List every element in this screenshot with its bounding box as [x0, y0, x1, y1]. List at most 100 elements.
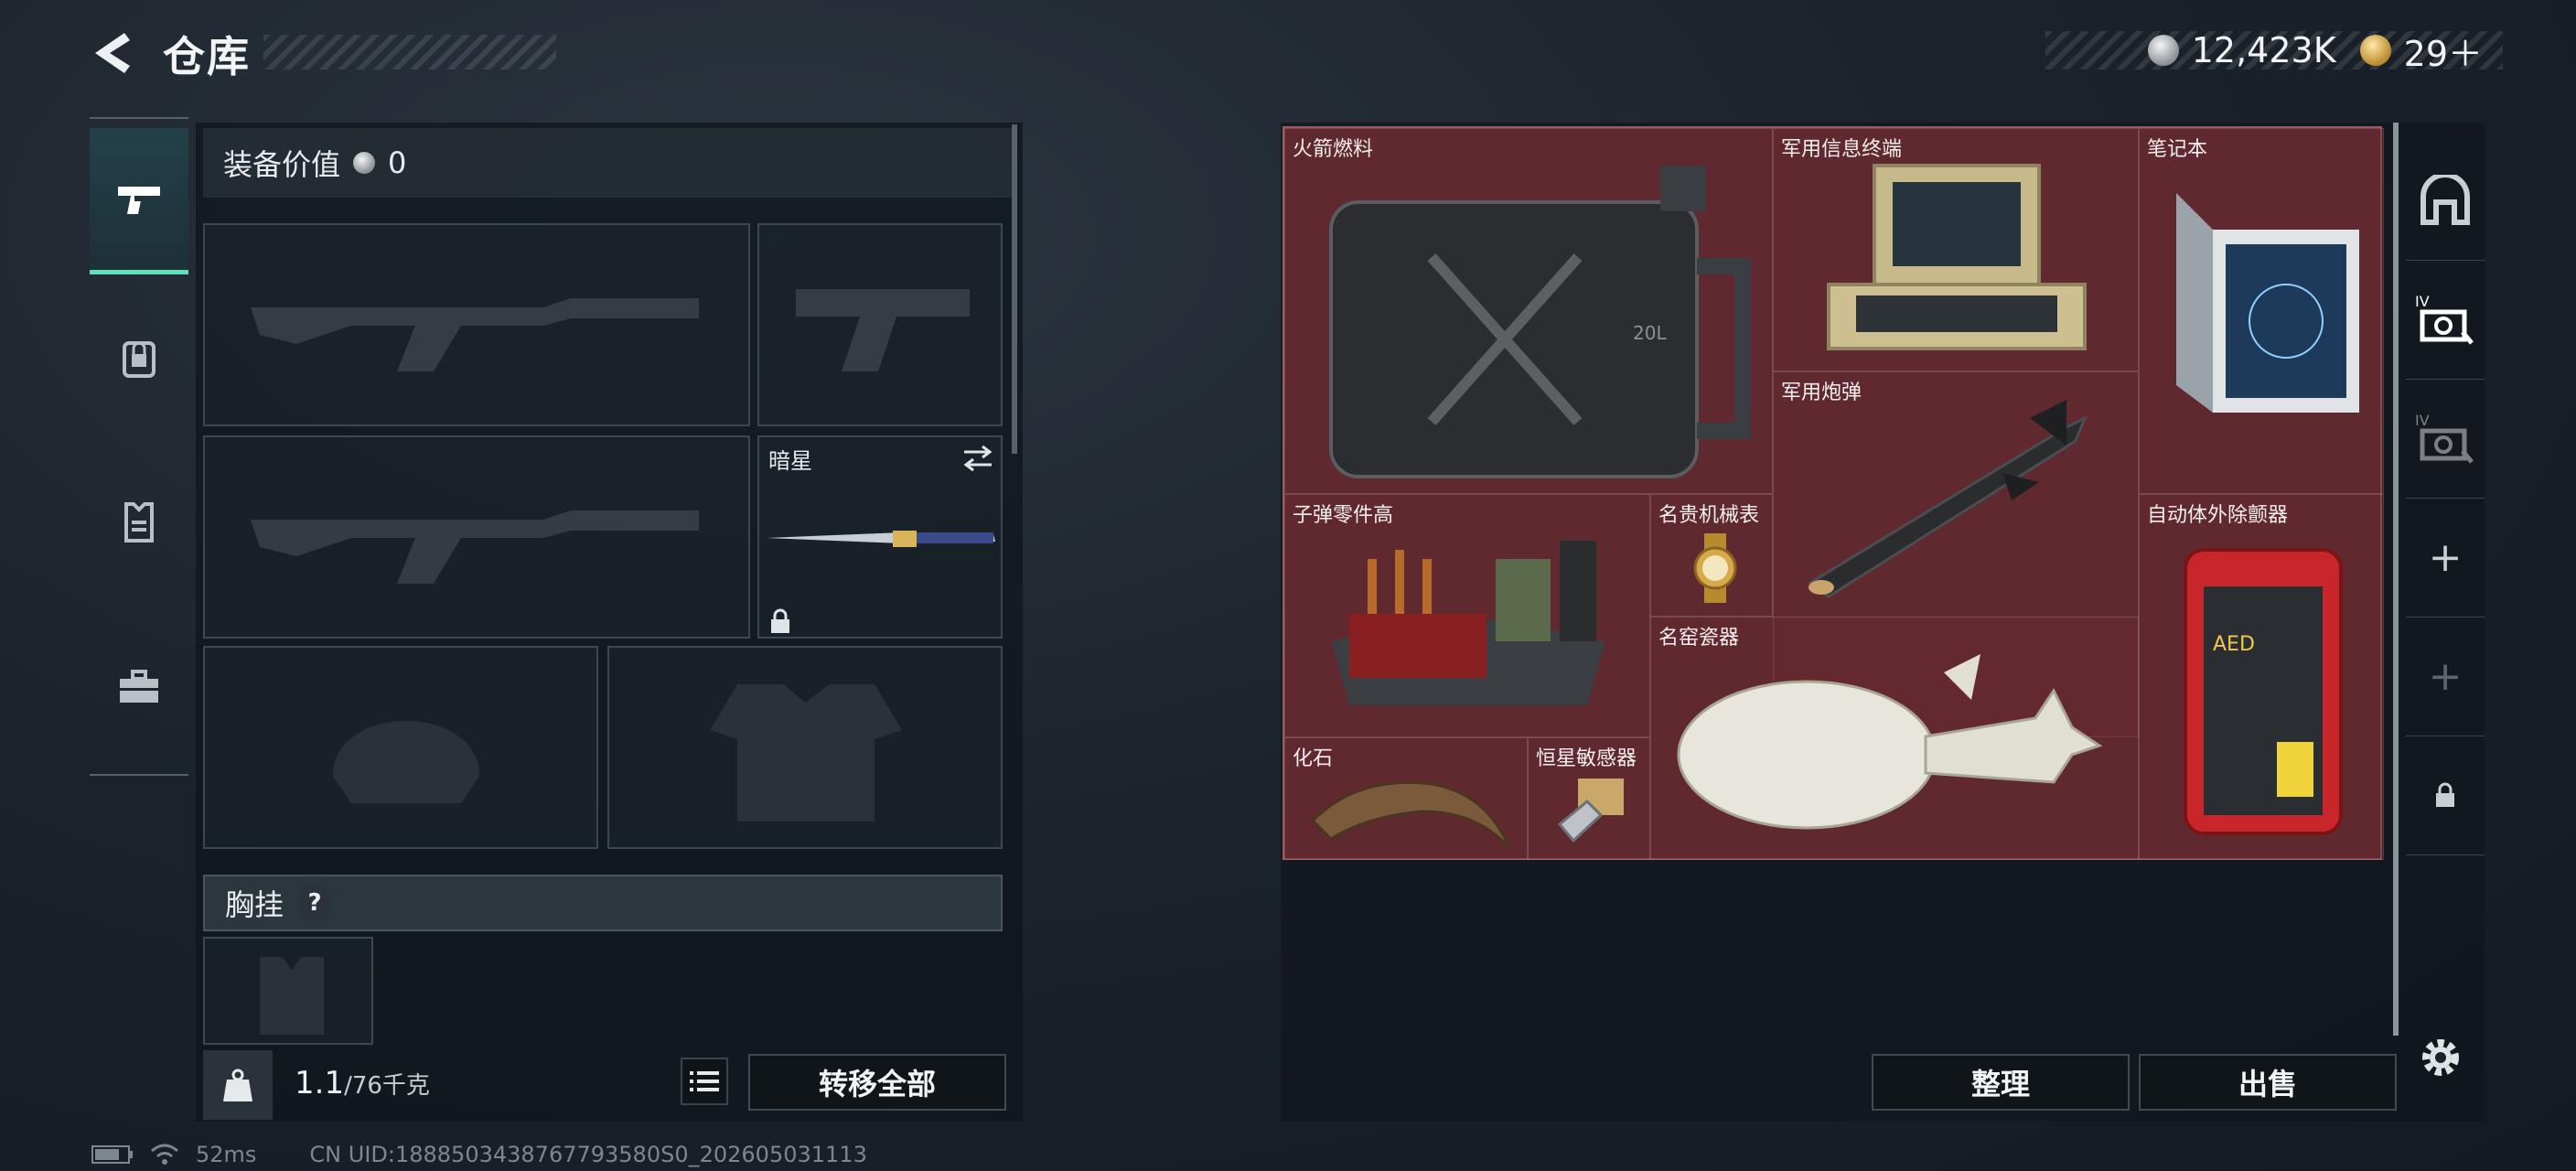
currency-bar: 12,423K 29＋: [2045, 30, 2503, 74]
stash-item-aed[interactable]: 自动体外除颤器 AED: [2139, 494, 2384, 860]
chest-rig-slot[interactable]: [203, 937, 373, 1045]
lock-icon: [2436, 782, 2454, 807]
stash-tab-nav: IV IV + +: [2406, 123, 2485, 909]
svg-text:AED: AED: [2213, 633, 2255, 656]
svg-text:IV: IV: [2415, 412, 2430, 429]
stash-item-star-sensor[interactable]: 恒星敏感器: [1528, 737, 1650, 860]
backpack-lock-icon: [123, 341, 156, 378]
pistol-slot[interactable]: [757, 223, 1003, 426]
silver-coin-value: 12,423K: [2191, 30, 2336, 70]
pistol-icon: [118, 186, 160, 214]
stash-item-famous-porcelain[interactable]: 名窑瓷器: [1650, 617, 2139, 860]
watch-icon: [1693, 533, 1737, 603]
list-view-button[interactable]: [681, 1058, 728, 1105]
equipment-value-bar: 装备价值 0: [203, 128, 1015, 198]
stash-iv-icon: IV: [2415, 293, 2474, 345]
nav-tab-toolbox[interactable]: [90, 613, 188, 759]
jerrycan-icon: 20L: [1329, 166, 1751, 478]
swap-icon[interactable]: [961, 443, 995, 474]
toolbox-icon: [120, 670, 158, 703]
pistol-silhouette-icon: [796, 289, 970, 371]
stash-item-fossil[interactable]: 化石: [1284, 737, 1528, 860]
ping-value: 52ms: [196, 1142, 257, 1167]
chest-rig-header: 胸挂 ?: [203, 875, 1003, 931]
primary-weapon-slot-2[interactable]: [203, 435, 750, 639]
uid-text: CN UID:1888503438767793580S0_20260503111…: [309, 1142, 867, 1167]
item-label: 笔记本: [2147, 138, 2208, 161]
equipment-value-label: 装备价值: [223, 147, 341, 182]
battery-icon: [91, 1145, 133, 1164]
vest-icon: [124, 502, 154, 543]
claw-fossil-icon: [1310, 780, 1511, 849]
nav-tab-backpack[interactable]: [90, 284, 188, 430]
silver-coin-icon: [2147, 35, 2179, 66]
helmet-silhouette-icon: [333, 721, 479, 803]
lock-icon: [771, 608, 789, 633]
weight-icon: [223, 1069, 252, 1101]
melee-slot-label: 暗星: [768, 448, 812, 474]
equipment-scrollbar[interactable]: [1012, 124, 1017, 454]
primary-weapon-slot-1[interactable]: [203, 223, 750, 426]
stash-item-luxury-watch[interactable]: 名贵机械表: [1650, 494, 1773, 617]
svg-text:IV: IV: [2415, 293, 2430, 310]
wifi-icon: [151, 1144, 178, 1165]
back-arrow-icon[interactable]: [88, 29, 139, 77]
list-icon: [690, 1071, 719, 1091]
title-decoration: [263, 35, 556, 70]
sensor-icon: [1557, 779, 1624, 843]
sort-button[interactable]: 整理: [1872, 1054, 2130, 1111]
missile-icon: [1808, 400, 2088, 598]
terminal-case-icon: [1827, 164, 2087, 350]
stash-grid: 火箭燃料 20L 军用信息终端 笔记本 军用炮弹 子弹零件高 名贵机械表 自动体…: [1283, 126, 2384, 860]
stash-tab-iv-2[interactable]: IV: [2406, 379, 2485, 499]
transfer-all-button[interactable]: 转移全部: [748, 1054, 1006, 1111]
item-label: 自动体外除颤器: [2147, 504, 2289, 527]
rifle-silhouette-icon: [251, 510, 699, 584]
armor-slot[interactable]: [607, 646, 1003, 849]
rifle-silhouette-icon: [251, 298, 699, 371]
stash-tab-add-2[interactable]: +: [2406, 617, 2485, 736]
left-nav: [90, 117, 188, 776]
stash-scrollbar[interactable]: [2393, 123, 2399, 1036]
page-title: 仓库: [163, 32, 251, 81]
stash-tab-safe-box[interactable]: [2406, 141, 2485, 261]
gear-icon[interactable]: [2417, 1034, 2464, 1081]
knife-icon: [767, 531, 995, 547]
aed-icon: AED: [2184, 548, 2343, 835]
sell-button[interactable]: 出售: [2139, 1054, 2397, 1111]
stash-item-bullet-parts[interactable]: 子弹零件高: [1284, 494, 1650, 737]
chest-rig-label: 胸挂: [225, 887, 284, 922]
armor-silhouette-icon: [710, 684, 902, 822]
gold-coin-icon: [2359, 35, 2391, 66]
stash-tab-locked[interactable]: [2406, 736, 2485, 855]
weight-icon-box: [203, 1050, 273, 1120]
ammo-crate-icon: [1331, 541, 1605, 705]
stash-item-laptop[interactable]: 笔记本: [2139, 128, 2384, 494]
silver-coin-icon: [353, 152, 376, 174]
safe-box-icon: [2420, 175, 2470, 225]
nav-tab-weapons[interactable]: [90, 128, 188, 274]
stash-item-military-terminal[interactable]: 军用信息终端: [1773, 128, 2139, 371]
melee-slot[interactable]: 暗星: [757, 435, 1003, 639]
stash-tab-iv-1[interactable]: IV: [2406, 260, 2485, 380]
helmet-slot[interactable]: [203, 646, 598, 849]
stash-tab-add-1[interactable]: +: [2406, 498, 2485, 618]
stash-iv-dim-icon: IV: [2415, 412, 2474, 464]
item-label: 恒星敏感器: [1536, 747, 1637, 770]
add-icon: +: [2428, 533, 2463, 581]
weight-max: /76千克: [344, 1072, 430, 1100]
chest-rig-silhouette-icon: [260, 957, 324, 1035]
weight-readout: 1.1/76千克: [295, 1065, 430, 1101]
add-dim-icon: +: [2428, 652, 2463, 700]
vase-icon: [1677, 654, 2103, 830]
item-label: 名贵机械表: [1658, 504, 1760, 527]
equipment-value: 0: [388, 145, 407, 180]
gold-coin-value[interactable]: 29＋: [2404, 26, 2483, 76]
svg-text:20L: 20L: [1633, 322, 1667, 344]
help-icon[interactable]: ?: [296, 885, 334, 921]
laptop-icon: [2176, 193, 2359, 413]
stash-item-rocket-fuel[interactable]: 火箭燃料 20L: [1284, 128, 1773, 494]
status-bar: 52ms CN UID:1888503438767793580S0_202605…: [91, 1142, 867, 1167]
weight-current: 1.1: [295, 1065, 345, 1101]
nav-tab-vest[interactable]: [90, 448, 188, 595]
